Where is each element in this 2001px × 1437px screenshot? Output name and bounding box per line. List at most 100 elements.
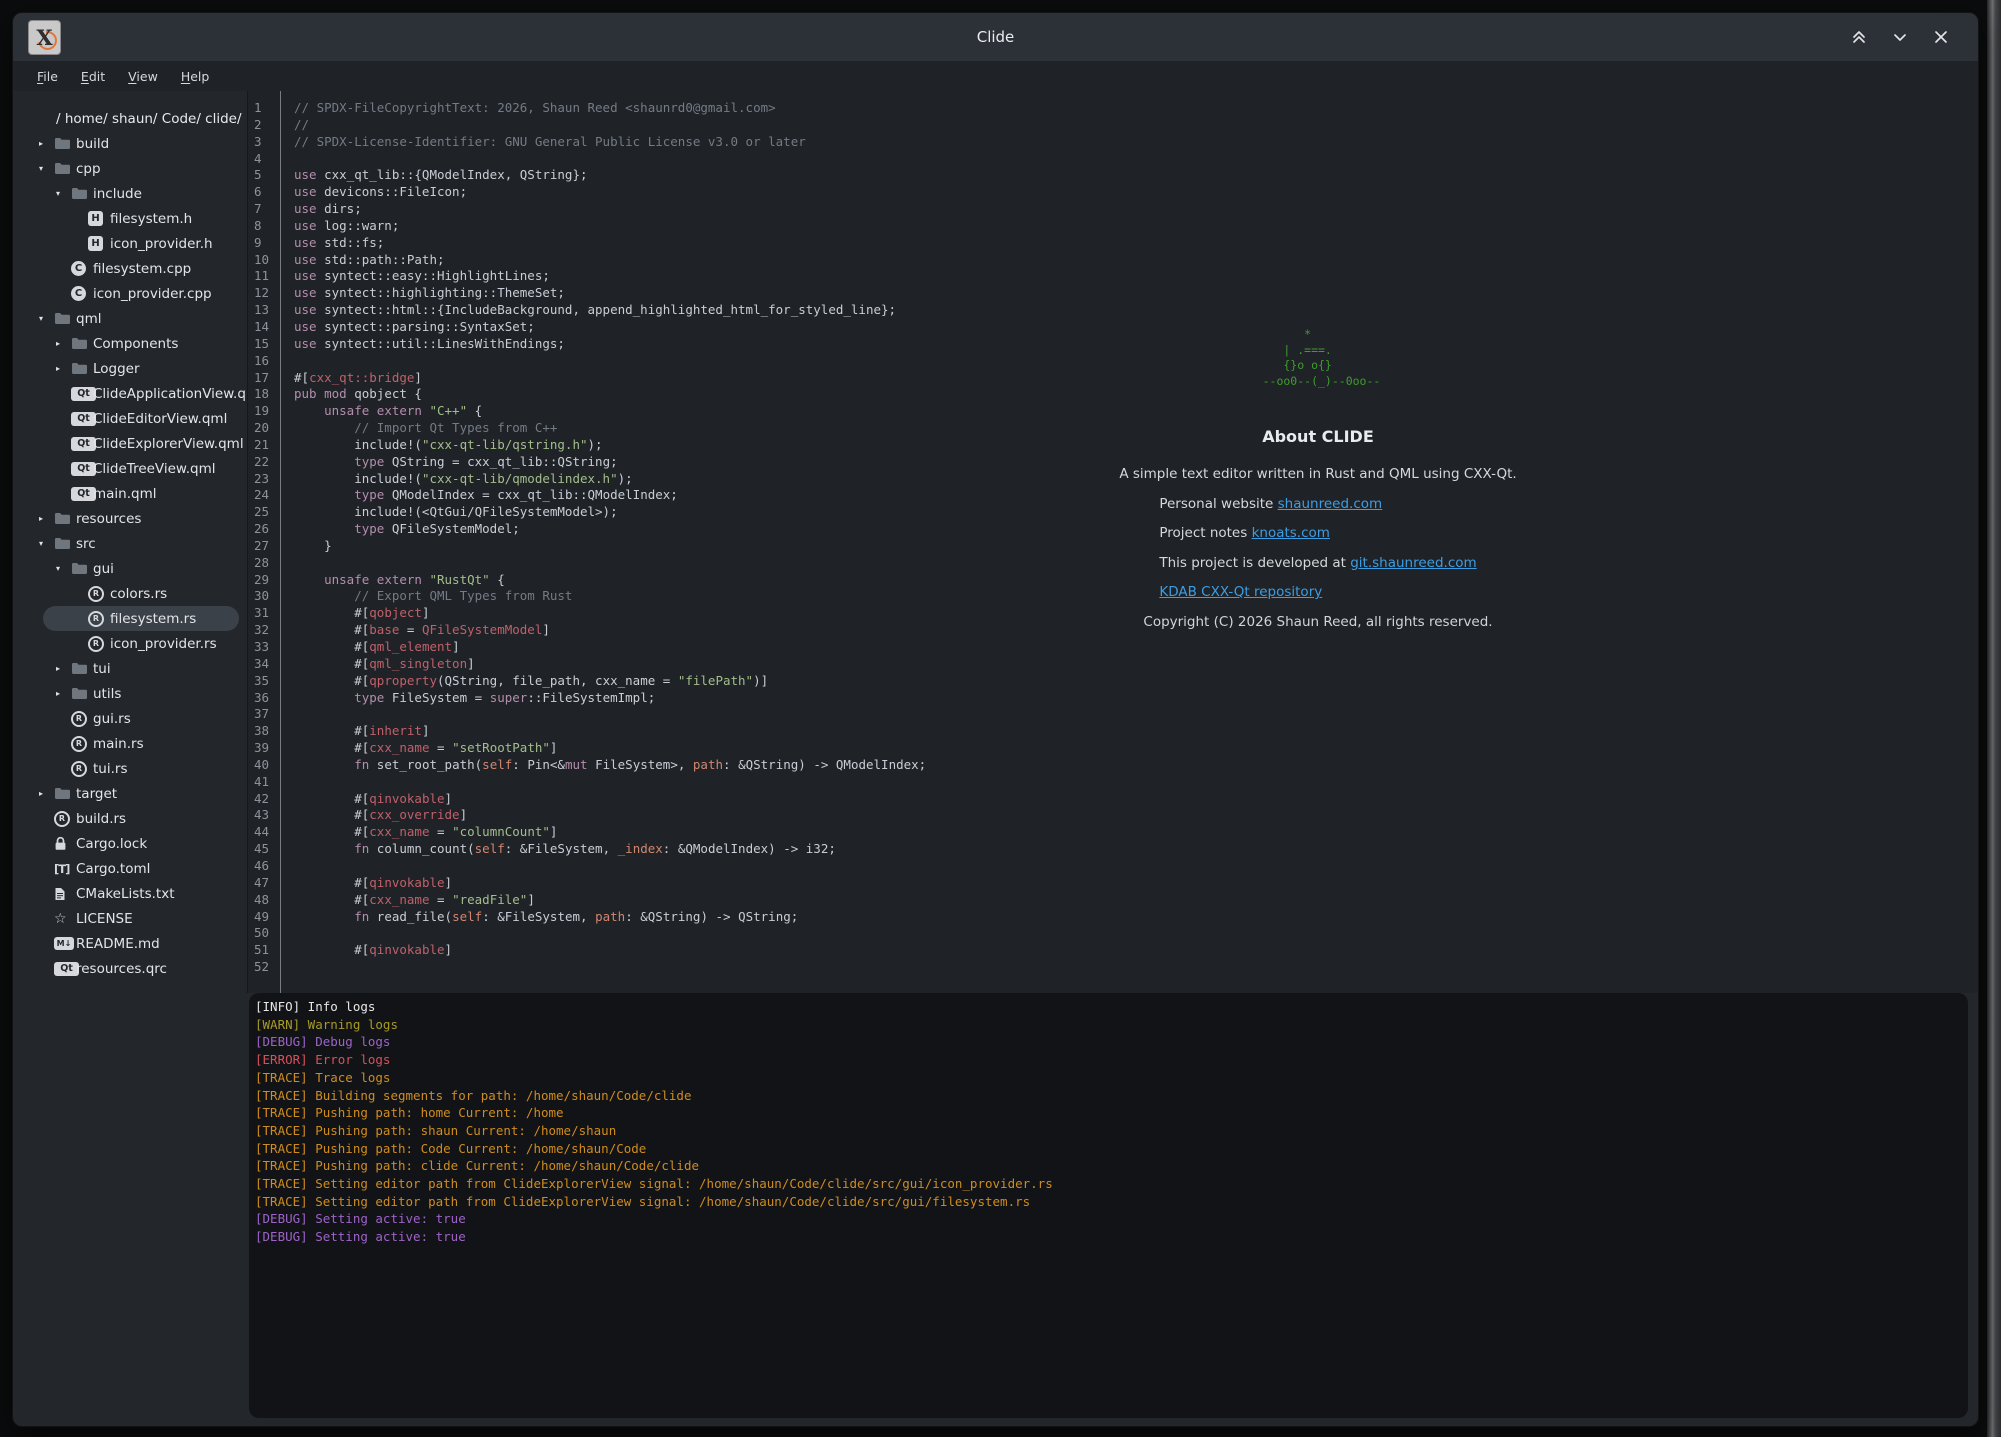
code-line-text[interactable]: use log::warn;	[294, 218, 1978, 235]
sidebar-item-label: src	[76, 536, 96, 552]
sidebar-item-utils[interactable]: ▸utils	[13, 681, 247, 706]
expand-arrow-icon[interactable]: ▸	[56, 364, 71, 373]
sidebar-item-cargo-toml[interactable]: [T]Cargo.toml	[13, 856, 247, 881]
sidebar-item-filesystem-cpp[interactable]: Cfilesystem.cpp	[13, 256, 247, 281]
code-line-text[interactable]	[294, 706, 1978, 723]
sidebar-item-icon-provider-h[interactable]: Hicon_provider.h	[13, 231, 247, 256]
sidebar-item-filesystem-h[interactable]: Hfilesystem.h	[13, 206, 247, 231]
sidebar-item-src[interactable]: ▾ src	[13, 531, 247, 556]
expand-arrow-icon[interactable]: ▸	[56, 339, 71, 348]
collapse-arrow-icon[interactable]: ▾	[56, 564, 71, 573]
collapse-arrow-icon[interactable]: ▾	[39, 539, 54, 548]
collapse-arrow-icon[interactable]: ▾	[56, 189, 71, 198]
code-line-text[interactable]: use syntect::highlighting::ThemeSet;	[294, 285, 1978, 302]
sidebar-item-main-qml[interactable]: Qtmain.qml	[13, 481, 247, 506]
code-line-text[interactable]: use syntect::easy::HighlightLines;	[294, 268, 1978, 285]
link-shaunreed-com[interactable]: shaunreed.com	[1278, 496, 1383, 512]
sidebar-item-gui-rs[interactable]: Rgui.rs	[13, 706, 247, 731]
link-knoats-com[interactable]: knoats.com	[1252, 525, 1330, 541]
code-line-text[interactable]: use syntect::html::{IncludeBackground, a…	[294, 302, 1978, 319]
menu-view[interactable]: View	[120, 66, 166, 87]
sidebar-item-clideeditorview-qml[interactable]: QtClideEditorView.qml	[13, 406, 247, 431]
h-file-icon: H	[88, 236, 110, 251]
minimize-button[interactable]	[1887, 24, 1913, 50]
code-line-text[interactable]: #[cxx_name = "columnCount"]	[294, 824, 1978, 841]
sidebar-item-readme-md[interactable]: M↓README.md	[13, 931, 247, 956]
sidebar-item-tui-rs[interactable]: Rtui.rs	[13, 756, 247, 781]
code-line-text[interactable]	[294, 151, 1978, 168]
code-line-text[interactable]: #[cxx_override]	[294, 807, 1978, 824]
code-line-text[interactable]	[294, 925, 1978, 942]
code-line-text[interactable]: // SPDX-License-Identifier: GNU General …	[294, 134, 1978, 151]
expand-arrow-icon[interactable]: ▸	[56, 689, 71, 698]
folder-icon	[54, 512, 76, 525]
link-git-shaunreed-com[interactable]: git.shaunreed.com	[1350, 555, 1476, 571]
sidebar-item-cmakelists-txt[interactable]: CMakeLists.txt	[13, 881, 247, 906]
code-line-text[interactable]: use dirs;	[294, 201, 1978, 218]
sidebar-item-include[interactable]: ▾include	[13, 181, 247, 206]
sidebar-item-resources[interactable]: ▸resources	[13, 506, 247, 531]
sidebar-item-build[interactable]: ▸build	[13, 131, 247, 156]
code-line-text[interactable]: // SPDX-FileCopyrightText: 2026, Shaun R…	[294, 100, 1978, 117]
code-line-text[interactable]: #[qproperty(QString, file_path, cxx_name…	[294, 673, 1978, 690]
code-line-text[interactable]: //	[294, 117, 1978, 134]
sidebar-item-qml[interactable]: ▾qml	[13, 306, 247, 331]
sidebar-item-target[interactable]: ▸target	[13, 781, 247, 806]
code-line-text[interactable]: use std::fs;	[294, 235, 1978, 252]
code-line-text[interactable]: #[qinvokable]	[294, 942, 1978, 959]
code-line-text[interactable]: #[qinvokable]	[294, 875, 1978, 892]
sidebar-item-license[interactable]: ☆LICENSE	[13, 906, 247, 931]
log-panel[interactable]: [INFO] Info logs[WARN] Warning logs[DEBU…	[249, 993, 1968, 1418]
code-line-text[interactable]: #[cxx_name = "readFile"]	[294, 892, 1978, 909]
code-line-text[interactable]: #[qinvokable]	[294, 791, 1978, 808]
code-line-text[interactable]: #[cxx_name = "setRootPath"]	[294, 740, 1978, 757]
sidebar-item-label: icon_provider.rs	[110, 636, 217, 652]
sidebar-item-cpp[interactable]: ▾cpp	[13, 156, 247, 181]
sidebar-item-tui[interactable]: ▸tui	[13, 656, 247, 681]
maximize-button[interactable]	[1846, 24, 1872, 50]
code-line-text[interactable]	[294, 858, 1978, 875]
sidebar-item-gui[interactable]: ▾gui	[13, 556, 247, 581]
sidebar-item-logger[interactable]: ▸Logger	[13, 356, 247, 381]
expand-arrow-icon[interactable]: ▸	[39, 514, 54, 523]
code-line-text[interactable]: use std::path::Path;	[294, 252, 1978, 269]
code-editor[interactable]: 1// SPDX-FileCopyrightText: 2026, Shaun …	[247, 91, 1978, 993]
sidebar-item-cargo-lock[interactable]: Cargo.lock	[13, 831, 247, 856]
about-link-prefix: This project is developed at	[1159, 555, 1350, 571]
code-line-text[interactable]	[294, 774, 1978, 791]
sidebar-item-components[interactable]: ▸Components	[13, 331, 247, 356]
sidebar-item-colors-rs[interactable]: Rcolors.rs	[13, 581, 247, 606]
sidebar-item-resources-qrc[interactable]: Qtresources.qrc	[13, 956, 247, 981]
code-line-text[interactable]: type FileSystem = super::FileSystemImpl;	[294, 690, 1978, 707]
code-line-text[interactable]: #[qml_singleton]	[294, 656, 1978, 673]
code-line-text[interactable]: fn column_count(self: &FileSystem, _inde…	[294, 841, 1978, 858]
sidebar-item-main-rs[interactable]: Rmain.rs	[13, 731, 247, 756]
collapse-arrow-icon[interactable]: ▾	[39, 314, 54, 323]
menu-help[interactable]: Help	[173, 66, 218, 87]
sidebar-item-clideexplorerview-qml[interactable]: QtClideExplorerView.qml	[13, 431, 247, 456]
close-button[interactable]	[1928, 24, 1954, 50]
code-line-text[interactable]: use cxx_qt_lib::{QModelIndex, QString};	[294, 167, 1978, 184]
expand-arrow-icon[interactable]: ▸	[56, 664, 71, 673]
sidebar-item-icon-provider-rs[interactable]: Ricon_provider.rs	[13, 631, 247, 656]
link-kdab-cxx-qt-repository[interactable]: KDAB CXX-Qt repository	[1159, 584, 1322, 600]
menu-file[interactable]: File	[29, 66, 66, 87]
sidebar-item-clideapplicationview-qml[interactable]: QtClideApplicationView.qml	[13, 381, 247, 406]
collapse-arrow-icon[interactable]: ▾	[39, 164, 54, 173]
menu-edit[interactable]: Edit	[73, 66, 113, 87]
folder-icon	[54, 537, 76, 550]
expand-arrow-icon[interactable]: ▸	[39, 789, 54, 798]
code-line-text[interactable]: #[inherit]	[294, 723, 1978, 740]
expand-arrow-icon[interactable]: ▸	[39, 139, 54, 148]
sidebar-item-icon-provider-cpp[interactable]: Cicon_provider.cpp	[13, 281, 247, 306]
sidebar-item-clidetreeview-qml[interactable]: QtClideTreeView.qml	[13, 456, 247, 481]
file-explorer[interactable]: / home/ shaun/ Code/ clide/ ▸build▾cpp▾i…	[13, 91, 247, 1426]
code-line-text[interactable]	[294, 959, 1978, 976]
code-line-text[interactable]: fn set_root_path(self: Pin<&mut FileSyst…	[294, 757, 1978, 774]
line-number: 21	[248, 437, 294, 454]
code-line-text[interactable]: fn read_file(self: &FileSystem, path: &Q…	[294, 909, 1978, 926]
sidebar-item-filesystem-rs[interactable]: Rfilesystem.rs	[13, 606, 247, 631]
titlebar[interactable]: X Clide	[13, 13, 1978, 61]
sidebar-item-build-rs[interactable]: Rbuild.rs	[13, 806, 247, 831]
code-line-text[interactable]: use devicons::FileIcon;	[294, 184, 1978, 201]
